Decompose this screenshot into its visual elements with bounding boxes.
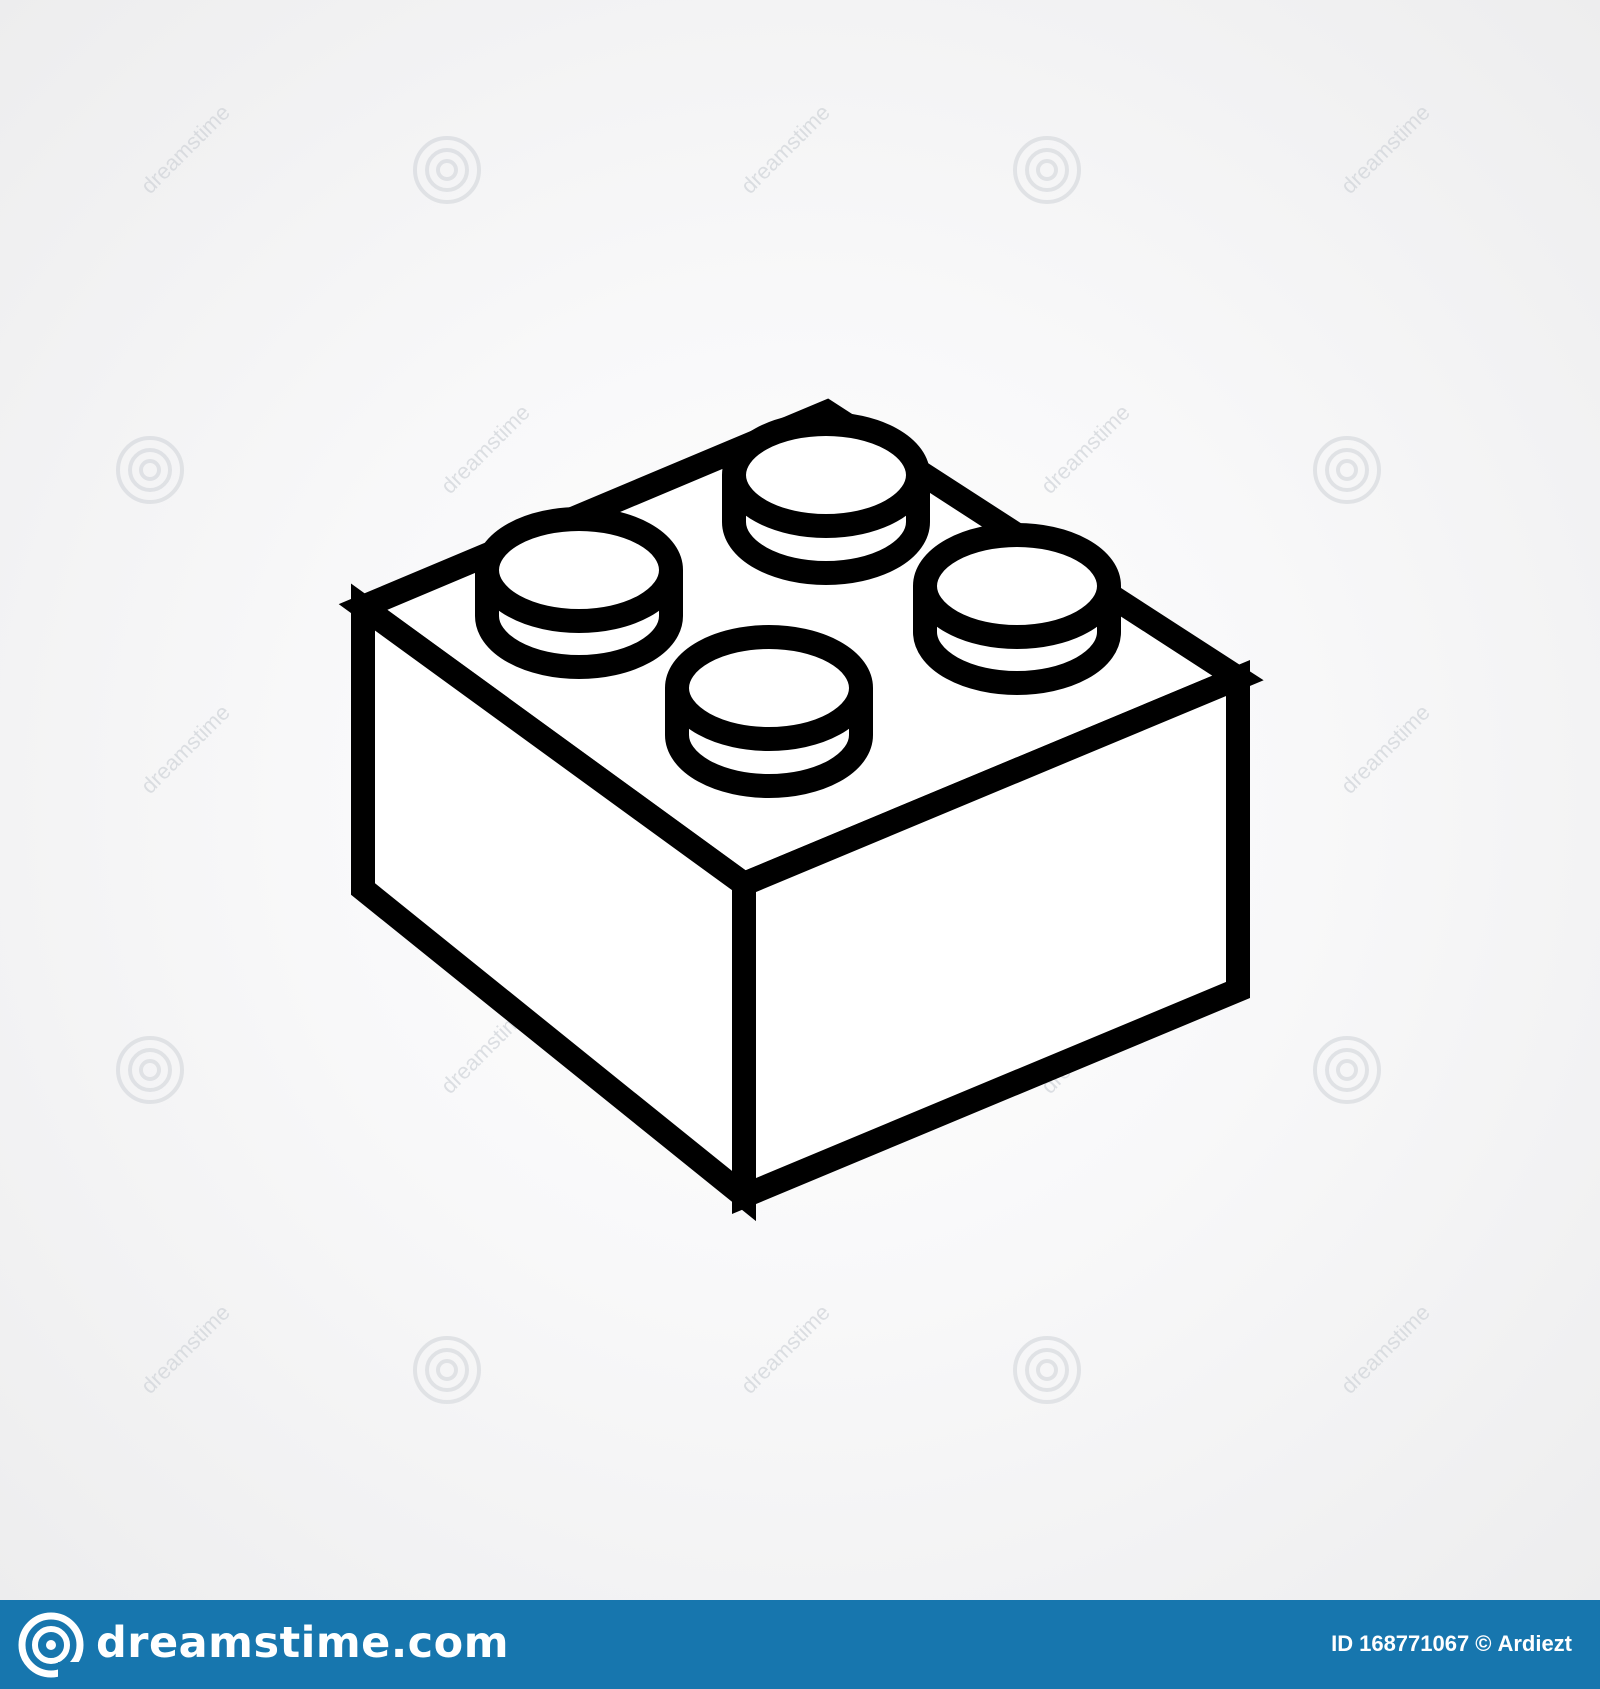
author-name: Ardiezt bbox=[1497, 1631, 1572, 1656]
stud-right bbox=[913, 523, 1121, 695]
footer-bar: dreamstime.com ID 168771067 © Ardiezt bbox=[0, 1600, 1600, 1689]
id-value: 168771067 bbox=[1359, 1631, 1470, 1656]
image-canvas: dreamstime dreamstime dreamstime dreamstime… bbox=[0, 0, 1600, 1600]
copyright-symbol: © bbox=[1475, 1631, 1492, 1656]
brick-icon bbox=[338, 398, 1264, 1222]
image-credit: ID 168771067 © Ardiezt bbox=[1331, 1630, 1572, 1658]
stud-back bbox=[722, 412, 930, 585]
dreamstime-logo-icon bbox=[18, 1612, 84, 1678]
stud-left bbox=[475, 507, 683, 679]
dreamstime-logo-text: dreamstime.com bbox=[96, 1618, 510, 1668]
id-label: ID bbox=[1331, 1631, 1354, 1656]
stud-front bbox=[665, 625, 873, 798]
